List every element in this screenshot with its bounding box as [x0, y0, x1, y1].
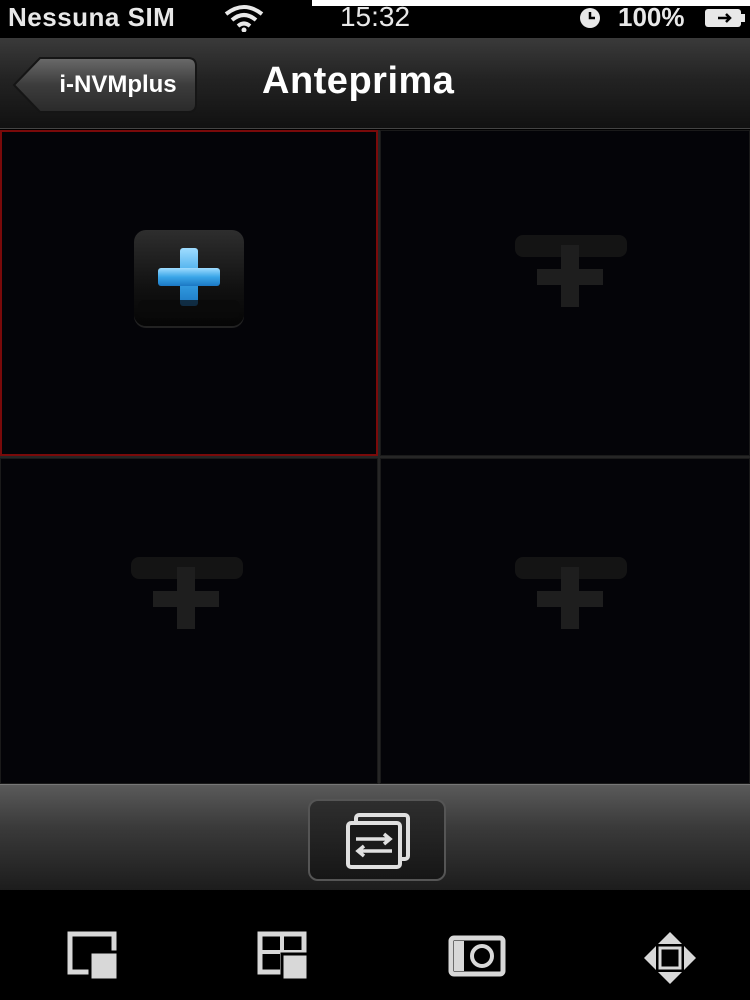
camera-slot-2[interactable]	[380, 130, 750, 456]
switch-channels-icon	[346, 813, 410, 869]
navigation-bar: i-NVMplus Anteprima	[0, 38, 750, 129]
camera-slot-4[interactable]	[380, 458, 750, 784]
camera-slot-1[interactable]	[0, 130, 378, 456]
quad-view-icon[interactable]	[256, 930, 312, 986]
battery-icon	[705, 9, 745, 27]
add-camera-plus-icon	[138, 248, 240, 318]
camera-slot-3[interactable]	[0, 458, 378, 784]
snapshot-icon[interactable]	[448, 930, 506, 986]
add-camera-button[interactable]	[134, 230, 244, 326]
status-bar: Nessuna SIM 15:32 100%	[0, 0, 750, 36]
add-camera-plus-icon	[515, 557, 627, 629]
bottom-bar	[0, 890, 750, 1000]
switch-channels-button[interactable]	[308, 799, 446, 881]
grid-divider-horizontal	[0, 456, 750, 458]
camera-grid	[0, 130, 750, 784]
ptz-control-icon[interactable]	[642, 930, 698, 986]
add-camera-plus-icon	[515, 235, 627, 307]
toolbar	[0, 784, 750, 891]
alarm-icon	[580, 8, 600, 28]
battery-percentage: 100%	[618, 2, 685, 32]
single-view-icon[interactable]	[66, 930, 122, 986]
back-button-label: i-NVMplus	[59, 71, 177, 98]
page-title: Anteprima	[262, 60, 455, 102]
add-camera-plus-icon	[131, 557, 243, 629]
back-button[interactable]: i-NVMplus	[12, 56, 198, 114]
